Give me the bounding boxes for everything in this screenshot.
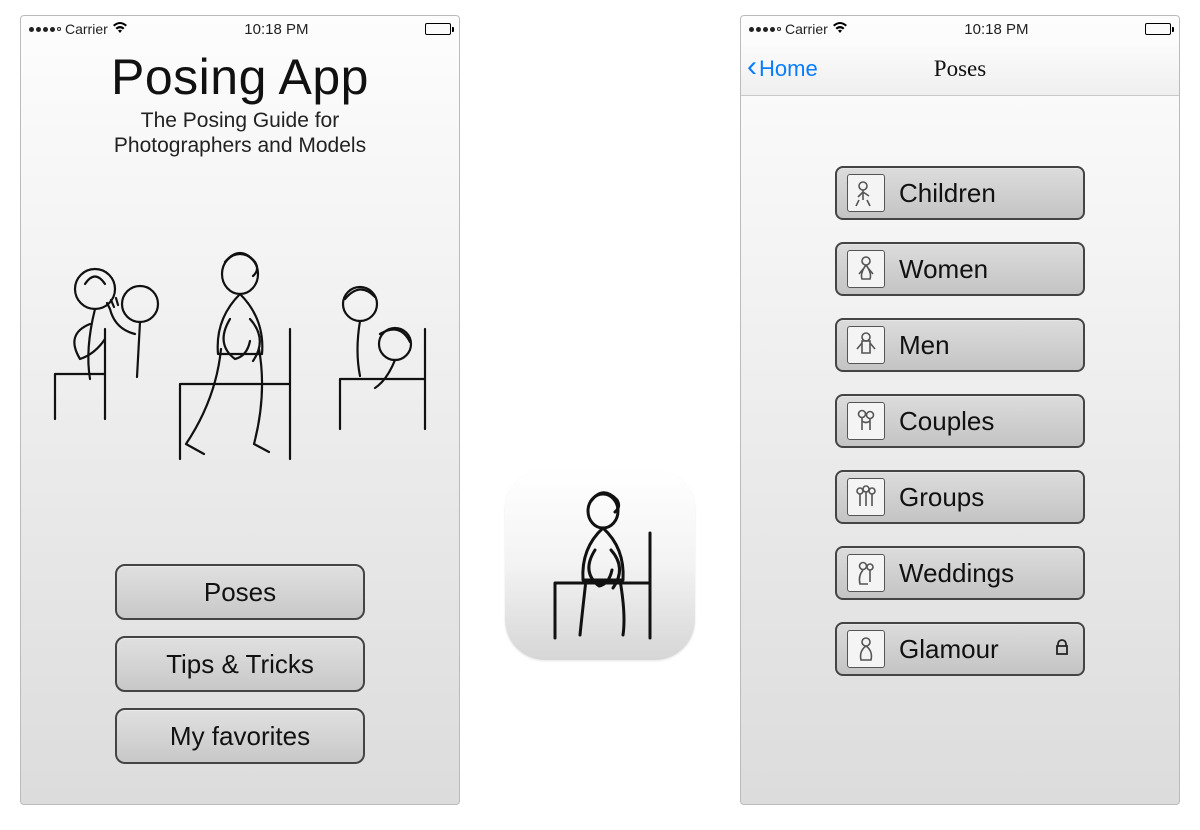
hero-illustration <box>39 168 441 560</box>
app-subtitle: The Posing Guide for Photographers and M… <box>39 108 441 158</box>
category-men[interactable]: Men <box>835 318 1085 372</box>
status-time: 10:18 PM <box>244 21 308 38</box>
app-icon <box>505 470 695 660</box>
chevron-left-icon: ‹ <box>747 52 757 82</box>
category-weddings[interactable]: Weddings <box>835 546 1085 600</box>
status-bar: Carrier 10:18 PM <box>21 16 459 42</box>
wifi-icon <box>112 21 128 37</box>
back-button[interactable]: ‹ Home <box>741 55 818 82</box>
women-icon <box>847 250 885 288</box>
app-title: Posing App <box>39 48 441 106</box>
category-list: Children Women Men Couples Groups <box>741 96 1179 804</box>
carrier-label: Carrier <box>785 21 828 37</box>
tips-tricks-button[interactable]: Tips & Tricks <box>115 636 365 692</box>
glamour-icon <box>847 630 885 668</box>
status-bar: Carrier 10:18 PM <box>741 16 1179 42</box>
signal-dots-icon <box>749 27 781 32</box>
nav-bar: ‹ Home Poses <box>741 42 1179 96</box>
weddings-icon <box>847 554 885 592</box>
back-label: Home <box>759 56 818 82</box>
signal-dots-icon <box>29 27 61 32</box>
men-icon <box>847 326 885 364</box>
my-favorites-button[interactable]: My favorites <box>115 708 365 764</box>
wifi-icon <box>832 21 848 37</box>
carrier-label: Carrier <box>65 21 108 37</box>
home-screen: Carrier 10:18 PM Posing App The Posing G… <box>20 15 460 805</box>
category-women[interactable]: Women <box>835 242 1085 296</box>
battery-icon <box>1145 23 1171 35</box>
category-glamour[interactable]: Glamour <box>835 622 1085 676</box>
category-children[interactable]: Children <box>835 166 1085 220</box>
couples-icon <box>847 402 885 440</box>
children-icon <box>847 174 885 212</box>
groups-icon <box>847 478 885 516</box>
lock-icon <box>1055 639 1069 660</box>
category-groups[interactable]: Groups <box>835 470 1085 524</box>
poses-button[interactable]: Poses <box>115 564 365 620</box>
poses-screen: Carrier 10:18 PM ‹ Home Poses Children <box>740 15 1180 805</box>
category-couples[interactable]: Couples <box>835 394 1085 448</box>
battery-icon <box>425 23 451 35</box>
status-time: 10:18 PM <box>964 21 1028 38</box>
